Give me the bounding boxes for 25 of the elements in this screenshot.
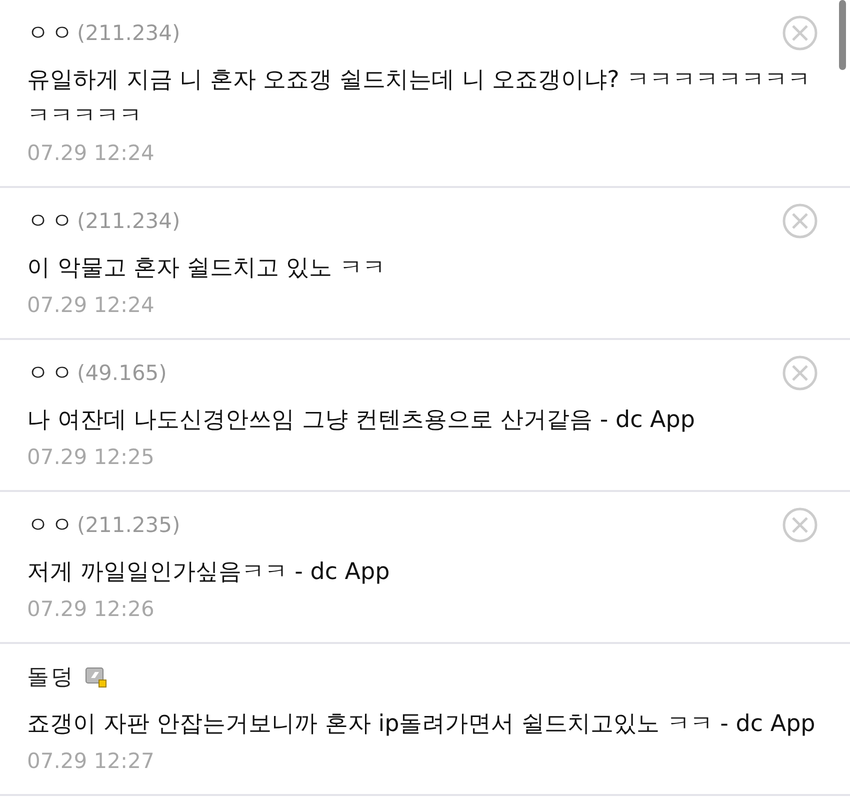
delete-button[interactable] [781, 14, 819, 52]
delete-button[interactable] [781, 354, 819, 392]
comment-text: 저게 까일일인가싶음ㅋㅋ - dc App [27, 558, 391, 587]
comment-date: 07.29 12:24 [27, 292, 156, 319]
comment-text: 유일하게 지금 니 혼자 오죠갱 쉴드치는데 니 오죠갱이냐? ㅋㅋㅋㅋㅋㅋㅋㅋㅋㅋㅋㅋㅋ [27, 66, 812, 131]
comment-author: ㅇㅇ [27, 360, 75, 388]
comment-date: 07.29 12:24 [27, 140, 156, 167]
comment-text: 나 여잔데 나도신경안쓰임 그냥 컨텐츠용으로 산거같음 - dc App [27, 406, 696, 435]
comment-date: 07.29 12:26 [27, 596, 156, 623]
comment-author: ㅇㅇ [27, 512, 75, 540]
comment-text: 죠갱이 자판 안잡는거보니까 혼자 ip돌려가면서 쉴드치고있노 ㅋㅋ - dc App [27, 710, 816, 739]
scrollbar[interactable] [839, 0, 846, 70]
delete-button[interactable] [781, 202, 819, 240]
member-icon [85, 666, 107, 688]
comment-ip: (49.165) [77, 361, 167, 385]
comment-ip: (211.235) [77, 513, 180, 537]
comment-author: ㅇㅇ [27, 208, 75, 236]
delete-button[interactable] [781, 506, 819, 544]
comment-text: 이 악물고 혼자 쉴드치고 있노 ㅋㅋ [27, 254, 387, 283]
comment-author: 돌덩 [27, 664, 75, 692]
comment-date: 07.29 12:27 [27, 748, 156, 775]
comment-ip: (211.234) [77, 21, 180, 45]
comment-author: ㅇㅇ [27, 20, 75, 48]
comment-ip: (211.234) [77, 209, 180, 233]
comment-date: 07.29 12:25 [27, 444, 156, 471]
